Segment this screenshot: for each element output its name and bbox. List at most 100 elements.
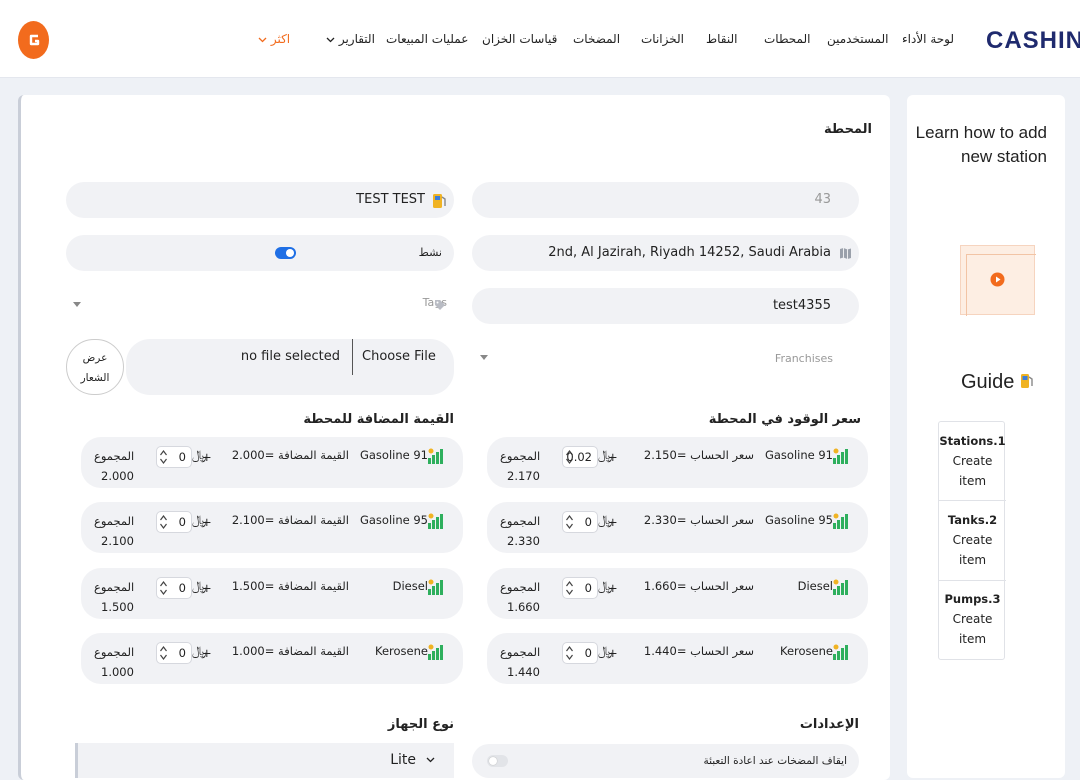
vat-adjustment-input[interactable]: 0 bbox=[156, 642, 192, 664]
fuel-price-adjustment-value: 0 bbox=[584, 581, 592, 595]
nav-reports[interactable]: التقارير bbox=[324, 32, 375, 46]
fuel-gauge-icon bbox=[832, 448, 849, 465]
fuel-price-title: سعر الوقود في المحطة bbox=[708, 412, 861, 427]
station-code-value: test4355 bbox=[772, 298, 831, 313]
choose-file-button[interactable]: Choose File bbox=[362, 339, 436, 375]
stepper-arrows-icon[interactable] bbox=[159, 514, 168, 530]
vat-adjustment-input[interactable]: 0 bbox=[156, 577, 192, 599]
nav-sales[interactable]: عمليات المبيعات bbox=[386, 32, 468, 46]
guide-step-action: item bbox=[958, 632, 987, 646]
guide-divider bbox=[939, 580, 1006, 581]
vat-row: Gasoline 91 القيمة المضافة =2.000 + ﷼ 0 … bbox=[81, 437, 463, 488]
stepper-arrows-icon[interactable] bbox=[159, 645, 168, 661]
file-status-text: no file selected bbox=[240, 349, 340, 364]
fuel-price-row: Gasoline 91 سعر الحساب =2.150 + ﷼ 0.02 ا… bbox=[487, 437, 868, 488]
guide-step-action: item bbox=[958, 474, 987, 488]
fuel-price-fuel-name: Gasoline 91 bbox=[764, 448, 833, 462]
vat-total-label: المجموع bbox=[94, 514, 135, 528]
logo-file-input[interactable]: Choose File no file selected bbox=[126, 339, 454, 395]
vat-total-label: المجموع bbox=[94, 580, 135, 594]
active-toggle[interactable] bbox=[275, 247, 296, 259]
guide-step-title: Stations.1 bbox=[939, 434, 1006, 448]
franchises-placeholder: Franchises bbox=[774, 352, 833, 365]
stepper-arrows-icon[interactable] bbox=[159, 580, 168, 596]
nav-tank-measurements[interactable]: قياسات الخزان bbox=[482, 32, 557, 46]
vat-adjustment-input[interactable]: 0 bbox=[156, 511, 192, 533]
guide-step-tanks[interactable]: Tanks.2 Create item bbox=[939, 510, 1006, 570]
video-thumbnail[interactable] bbox=[960, 245, 1036, 316]
stop-pumps-label: ايقاف المضخات عند اعادة التعبئة bbox=[703, 755, 847, 767]
fuel-price-adjustment-input[interactable]: 0 bbox=[562, 511, 598, 533]
guide-step-pumps[interactable]: Pumps.3 Create item bbox=[939, 589, 1006, 649]
station-code-field[interactable]: test4355 bbox=[472, 288, 859, 324]
guide-divider bbox=[939, 500, 1006, 501]
vat-label-text: القيمة المضافة = bbox=[264, 513, 349, 527]
fuel-gauge-icon bbox=[427, 448, 444, 465]
riyal-currency-icon: ﷼ bbox=[192, 579, 207, 594]
fuel-price-adjustment-input[interactable]: 0.02 bbox=[562, 446, 598, 468]
fuel-price-row: Gasoline 95 سعر الحساب =2.330 + ﷼ 0 المج… bbox=[487, 502, 868, 553]
nav-more[interactable]: اكثر bbox=[256, 32, 290, 46]
vat-value-label: القيمة المضافة =1.500 bbox=[232, 579, 349, 593]
active-label: نشط bbox=[418, 246, 442, 259]
vat-fuel-name: Diesel bbox=[392, 579, 428, 593]
riyal-currency-icon: ﷼ bbox=[192, 644, 207, 659]
vat-total-value: 1.500 bbox=[101, 600, 134, 614]
stepper-arrows-icon[interactable] bbox=[565, 645, 574, 661]
fuel-price-adjustment-input[interactable]: 0 bbox=[562, 577, 598, 599]
riyal-currency-icon: ﷼ bbox=[598, 579, 613, 594]
dropdown-caret-icon bbox=[480, 355, 488, 360]
fuel-pump-icon bbox=[433, 194, 446, 208]
fuel-gauge-icon bbox=[427, 579, 444, 596]
nav-dashboard[interactable]: لوحة الأداء bbox=[902, 32, 954, 46]
fuel-price-row: Kerosene سعر الحساب =1.440 + ﷼ 0 المجموع… bbox=[487, 633, 868, 684]
nav-stations[interactable]: المحطات bbox=[764, 32, 810, 46]
stepper-arrows-icon[interactable] bbox=[159, 449, 168, 465]
fuel-price-label-text: سعر الحساب = bbox=[676, 644, 754, 658]
nav-points[interactable]: النقاط bbox=[706, 32, 737, 46]
stop-pumps-toggle[interactable] bbox=[487, 755, 508, 767]
vat-adjustment-input[interactable]: 0 bbox=[156, 446, 192, 468]
fuel-gauge-icon bbox=[832, 513, 849, 530]
guide-step-title: Tanks.2 bbox=[947, 513, 998, 527]
tags-select[interactable]: Tags bbox=[66, 288, 454, 324]
fuel-price-adjustment-input[interactable]: 0 bbox=[562, 642, 598, 664]
file-divider bbox=[352, 339, 353, 375]
fuel-price-total-value: 1.660 bbox=[507, 600, 540, 614]
station-id-field[interactable]: 43 bbox=[472, 182, 859, 218]
fuel-price-total-value: 2.330 bbox=[507, 534, 540, 548]
user-avatar[interactable] bbox=[18, 21, 49, 59]
show-logo-button[interactable]: عرض الشعار bbox=[66, 339, 124, 395]
cashin-logo[interactable]: CASHIN bbox=[986, 27, 1080, 55]
stop-pumps-setting: ايقاف المضخات عند اعادة التعبئة bbox=[472, 744, 859, 778]
guide-step-stations[interactable]: Stations.1 Create item bbox=[939, 431, 1006, 491]
play-icon bbox=[990, 272, 1005, 287]
station-name-field[interactable]: TEST TEST bbox=[66, 182, 454, 218]
vat-value: 1.000 bbox=[231, 644, 265, 658]
stepper-arrows-icon[interactable] bbox=[565, 514, 574, 530]
franchises-select[interactable]: Franchises bbox=[472, 341, 859, 377]
vat-row: Kerosene القيمة المضافة =1.000 + ﷼ 0 الم… bbox=[81, 633, 463, 684]
toggle-knob bbox=[489, 757, 497, 765]
address-field[interactable]: 2nd, Al Jazirah, Riyadh 14252, Saudi Ara… bbox=[472, 235, 859, 271]
learn-heading-line2: new station bbox=[961, 147, 1047, 166]
fuel-price-total-label: المجموع bbox=[500, 514, 541, 528]
nav-more-label: اكثر bbox=[270, 32, 291, 46]
fuel-price-label-text: سعر الحساب = bbox=[676, 513, 754, 527]
dropdown-caret-icon bbox=[73, 302, 81, 307]
tag-icon bbox=[435, 300, 445, 310]
map-icon bbox=[840, 248, 851, 259]
vat-total-value: 2.000 bbox=[101, 469, 134, 483]
fuel-price-total-value: 2.170 bbox=[507, 469, 540, 483]
nav-tanks[interactable]: الخزانات bbox=[641, 32, 684, 46]
fuel-price-value-label: سعر الحساب =1.660 bbox=[644, 579, 754, 593]
stepper-arrows-icon[interactable] bbox=[565, 580, 574, 596]
device-type-select[interactable]: Lite bbox=[75, 743, 454, 778]
device-type-title: نوع الجهاز bbox=[387, 717, 454, 732]
nav-users[interactable]: المستخدمين bbox=[827, 32, 888, 46]
vat-title: القيمة المضافة للمحطة bbox=[303, 412, 454, 427]
riyal-currency-icon: ﷼ bbox=[598, 448, 613, 463]
nav-pumps[interactable]: المضخات bbox=[573, 32, 620, 46]
show-logo-line1: عرض bbox=[82, 352, 108, 364]
fuel-gauge-icon bbox=[832, 644, 849, 661]
